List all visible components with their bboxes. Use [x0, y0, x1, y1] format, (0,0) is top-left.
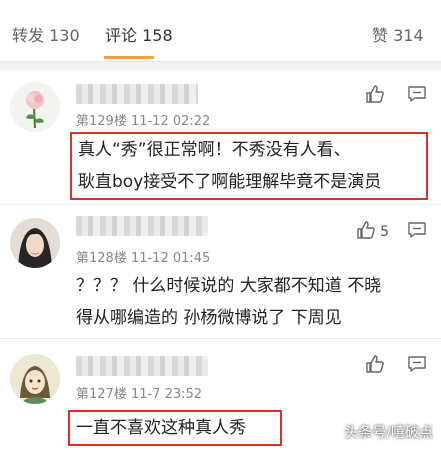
tab-comments[interactable]: 评论 158	[105, 22, 173, 46]
comment-body: ？？？ 什么时候说的 大家都不知道 不晓 得从哪编造的 孙杨微博说了 下周见	[76, 270, 432, 334]
comment-actions: 5	[356, 220, 427, 244]
avatar[interactable]	[10, 218, 60, 268]
rose-avatar-icon	[10, 82, 60, 132]
username-redacted	[76, 216, 208, 236]
thumbs-up-icon[interactable]	[356, 220, 376, 244]
tab-likes[interactable]: 赞 314	[372, 22, 424, 46]
tab-reposts[interactable]: 转发 130	[12, 22, 80, 46]
cartoon-avatar-icon	[10, 354, 60, 404]
like-count: 5	[380, 224, 389, 240]
comment-body: 真人“秀”很正常啊！不秀没有人看、 耿直boy接受不了啊能理解毕竟不是演员	[70, 132, 428, 200]
thumbs-up-icon[interactable]	[365, 354, 385, 378]
comment-line: 得从哪编造的 孙杨微博说了 下周见	[76, 308, 342, 328]
comment-line: 耿直boy接受不了啊能理解毕竟不是演员	[78, 172, 382, 192]
comment-line: 真人“秀”很正常啊！不秀没有人看、	[78, 140, 351, 160]
comment-icon[interactable]	[407, 354, 427, 378]
watermark: 头条号/嘻破点	[344, 425, 433, 441]
comment-actions	[365, 84, 427, 108]
comment-icon[interactable]	[407, 84, 427, 108]
comment-line: ？？？ 什么时候说的 大家都不知道 不晓	[76, 276, 382, 296]
avatar[interactable]	[10, 82, 60, 132]
comment-meta: 第128楼 11-12 01:45	[76, 251, 211, 266]
comment-tab-bar: 转发 130 评论 158 赞 314	[0, 0, 441, 62]
comment-item: 第129楼 11-12 02:22 真人“秀”很正常啊！不秀没有人看、 耿直bo…	[0, 70, 441, 204]
section-separator	[0, 62, 441, 70]
comment-meta: 第127楼 11-7 23:52	[76, 387, 203, 402]
comment-meta: 第129楼 11-12 02:22	[76, 114, 211, 129]
thumbs-up-icon[interactable]	[365, 84, 385, 108]
username-redacted	[76, 84, 198, 104]
comment-actions	[365, 354, 427, 378]
comment-item: 第128楼 11-12 01:45 5 ？？？ 什么时候说的 大家都不知道 不晓…	[0, 204, 441, 336]
comment-icon[interactable]	[407, 220, 427, 244]
portrait-avatar-icon	[10, 218, 60, 268]
active-tab-indicator	[104, 56, 154, 59]
username-redacted	[76, 356, 208, 376]
comment-body: 一直不喜欢这种真人秀	[68, 410, 282, 446]
comment-line: 一直不喜欢这种真人秀	[76, 418, 246, 438]
avatar[interactable]	[10, 354, 60, 404]
